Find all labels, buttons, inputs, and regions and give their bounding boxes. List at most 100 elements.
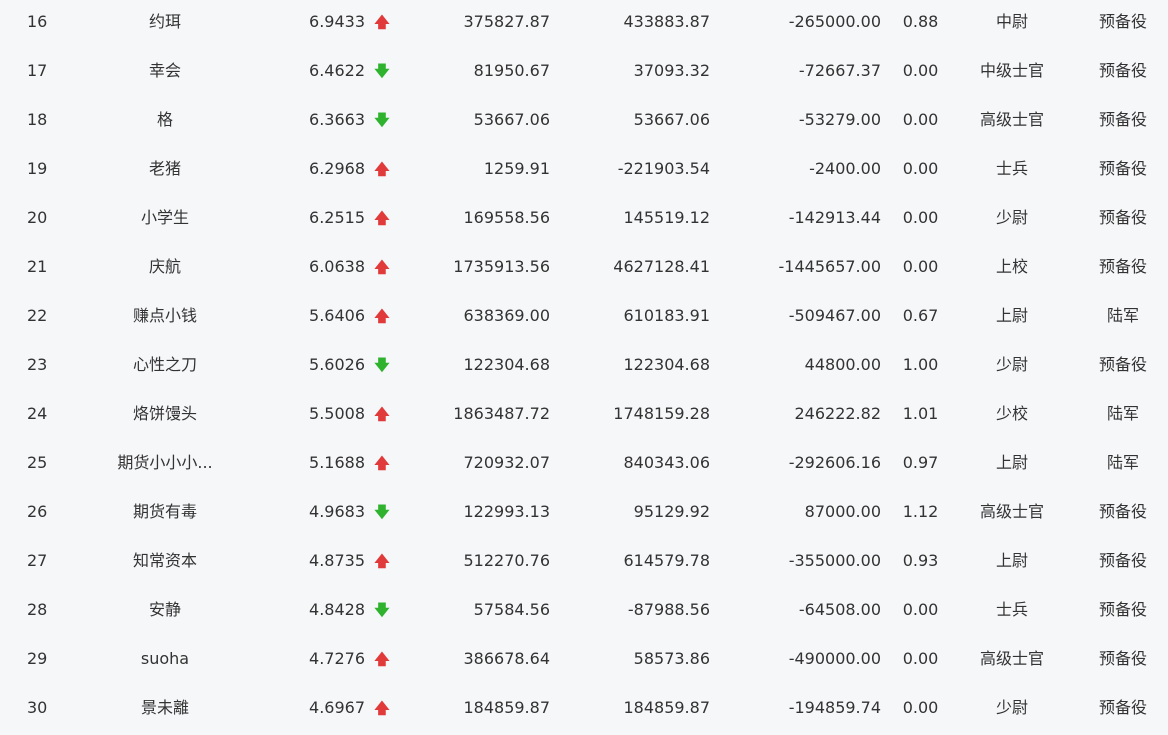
ratio-value: 0.00 [902,600,939,619]
table-row: 20 小学生 6.2515 🡅 169558.56 145519.12 -142913.44… [0,196,1168,245]
score-value: 6.2515 [309,208,365,227]
unit-label: 预备役 [1098,12,1147,31]
value-1: 375827.87 [463,12,550,31]
rank-title: 少尉 [995,208,1028,227]
ratio-value: 0.00 [902,649,939,668]
unit-label: 预备役 [1098,61,1147,80]
unit-label: 预备役 [1098,159,1147,178]
user-name: 老猪 [148,159,181,178]
value-3: -142913.44 [788,208,881,227]
unit-label: 预备役 [1098,355,1147,374]
arrow-down-icon: 🡇 [374,503,390,521]
table-row: 21 庆航 6.0638 🡅 1735913.56 4627128.41 -1445657.… [0,245,1168,294]
rank-title: 士兵 [995,600,1028,619]
value-2: 610183.91 [623,306,710,325]
arrow-up-icon: 🡅 [374,258,390,276]
rank-cell: 30 [27,698,48,717]
rank-cell: 20 [27,208,48,227]
rank-cell: 26 [27,502,48,521]
value-1: 57584.56 [473,600,550,619]
table-row: 17 幸会 6.4622 🡇 81950.67 37093.32 -72667.37 0.00… [0,49,1168,98]
value-2: 145519.12 [623,208,710,227]
user-name: 约珥 [148,12,181,31]
value-3: -64508.00 [798,600,881,619]
rank-title: 上校 [995,257,1028,276]
score-value: 4.8428 [309,600,365,619]
user-name: 庆航 [148,257,181,276]
score-value: 5.5008 [309,404,365,423]
ratio-value: 1.01 [902,404,939,423]
unit-label: 预备役 [1098,502,1147,521]
table-row: 16 约珥 6.9433 🡅 375827.87 433883.87 -265000.00 0… [0,0,1168,49]
score-value: 5.1688 [309,453,365,472]
rank-cell: 24 [27,404,48,423]
user-name: 幸会 [148,61,181,80]
rank-title: 上尉 [995,306,1028,325]
value-1: 386678.64 [463,649,550,668]
table-row: 18 格 6.3663 🡇 53667.06 53667.06 -53279.00 0.00 高… [0,98,1168,147]
ratio-value: 1.00 [902,355,939,374]
rank-title: 少校 [995,404,1028,423]
value-1: 122993.13 [463,502,550,521]
unit-label: 预备役 [1098,208,1147,227]
value-2: 122304.68 [623,355,710,374]
value-1: 53667.06 [473,110,550,129]
value-1: 169558.56 [463,208,550,227]
value-2: -87988.56 [627,600,710,619]
rank-cell: 16 [27,12,48,31]
ratio-value: 0.93 [902,551,939,570]
unit-label: 预备役 [1098,698,1147,717]
arrow-up-icon: 🡅 [374,209,390,227]
score-value: 4.6967 [309,698,365,717]
value-3: -194859.74 [788,698,881,717]
unit-label: 预备役 [1098,600,1147,619]
ratio-value: 0.00 [902,61,939,80]
ratio-value: 0.00 [902,159,939,178]
rank-title: 上尉 [995,551,1028,570]
rank-cell: 17 [27,61,48,80]
ratio-value: 1.12 [902,502,939,521]
arrow-up-icon: 🡅 [374,552,390,570]
value-2: 184859.87 [623,698,710,717]
value-3: -292606.16 [788,453,881,472]
table-row: 19 老猪 6.2968 🡅 1259.91 -221903.54 -2400.00 0.00… [0,147,1168,196]
rank-cell: 22 [27,306,48,325]
score-value: 5.6026 [309,355,365,374]
rank-title: 高级士官 [979,110,1044,129]
table-row: 27 知常资本 4.8735 🡅 512270.76 614579.78 -355000.0… [0,539,1168,588]
user-name: 期货有毒 [132,502,197,521]
score-value: 4.7276 [309,649,365,668]
user-name: 赚点小钱 [132,306,197,325]
ratio-value: 0.67 [902,306,939,325]
arrow-up-icon: 🡅 [374,160,390,178]
user-name: 景未離 [140,698,189,717]
value-2: 840343.06 [623,453,710,472]
value-3: -72667.37 [798,61,881,80]
ratio-value: 0.00 [902,698,939,717]
arrow-down-icon: 🡇 [374,356,390,374]
user-name: 期货小小小... [117,453,213,472]
value-3: 246222.82 [794,404,881,423]
value-2: 53667.06 [633,110,710,129]
value-2: 95129.92 [633,502,710,521]
arrow-up-icon: 🡅 [374,405,390,423]
user-name: 格 [156,110,173,129]
arrow-up-icon: 🡅 [374,699,390,717]
rank-cell: 19 [27,159,48,178]
arrow-up-icon: 🡅 [374,307,390,325]
rank-title: 高级士官 [979,502,1044,521]
rank-title: 高级士官 [979,649,1044,668]
rank-cell: 29 [27,649,48,668]
rank-cell: 21 [27,257,48,276]
score-value: 6.3663 [309,110,365,129]
score-value: 6.4622 [309,61,365,80]
rank-title: 少尉 [995,698,1028,717]
rank-title: 上尉 [995,453,1028,472]
arrow-down-icon: 🡇 [374,601,390,619]
rank-title: 中尉 [995,12,1028,31]
user-name: 心性之刀 [132,355,197,374]
score-value: 6.2968 [309,159,365,178]
user-name: 知常资本 [132,551,197,570]
arrow-down-icon: 🡇 [374,62,390,80]
score-value: 5.6406 [309,306,365,325]
